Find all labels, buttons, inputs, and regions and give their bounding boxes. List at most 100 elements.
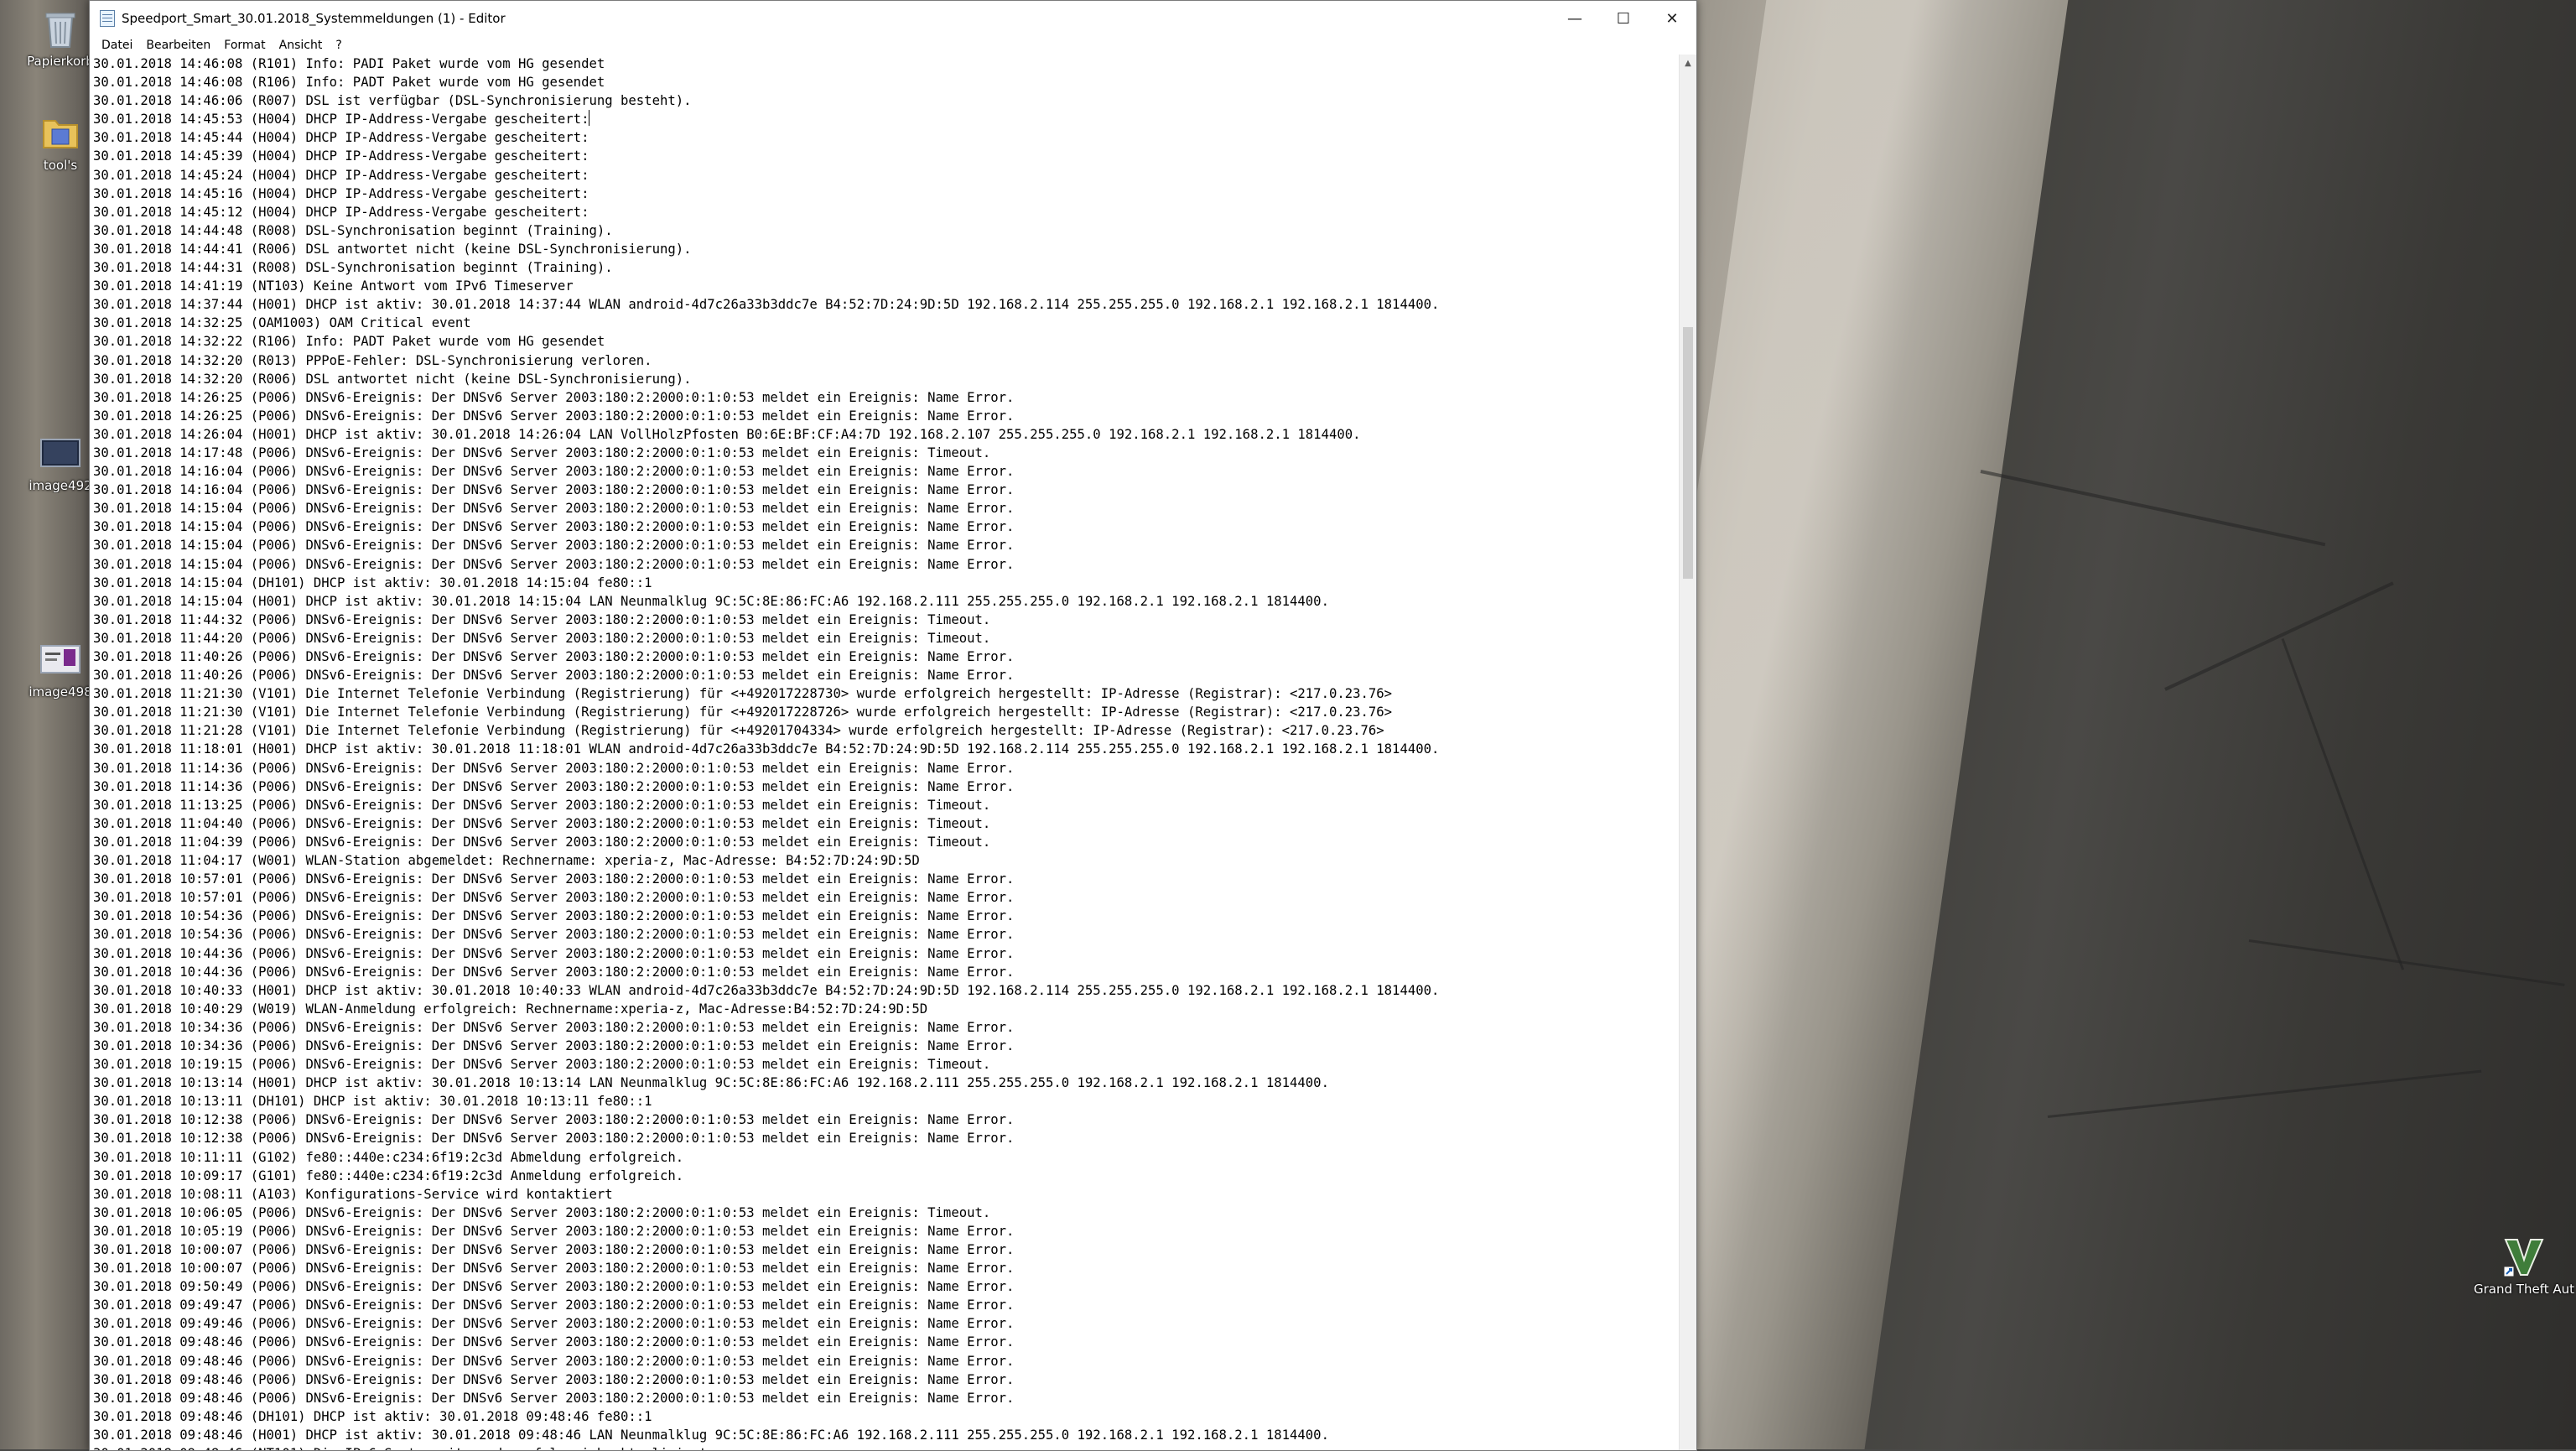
notepad-window: Speedport_Smart_30.01.2018_Systemmeldung… bbox=[89, 0, 1697, 1451]
log-line-text: 30.01.2018 10:12:38 (P006) DNSv6-Ereigni… bbox=[93, 1112, 1015, 1128]
log-line: 30.01.2018 14:15:04 (P006) DNSv6-Ereigni… bbox=[93, 517, 1678, 536]
log-line: 30.01.2018 09:49:46 (P006) DNSv6-Ereigni… bbox=[93, 1314, 1678, 1333]
log-line-text: 30.01.2018 10:09:17 (G101) fe80::440e:c2… bbox=[93, 1168, 684, 1183]
menu-help[interactable]: ? bbox=[329, 39, 348, 52]
log-line-text: 30.01.2018 14:32:20 (R006) DSL antwortet… bbox=[93, 371, 692, 387]
log-line-text: 30.01.2018 09:49:47 (P006) DNSv6-Ereigni… bbox=[93, 1298, 1015, 1313]
log-line-text: 30.01.2018 10:40:29 (W019) WLAN-Anmeldun… bbox=[93, 1001, 928, 1017]
log-line: 30.01.2018 14:26:04 (H001) DHCP ist akti… bbox=[93, 425, 1678, 444]
title-bar[interactable]: Speedport_Smart_30.01.2018_Systemmeldung… bbox=[90, 1, 1696, 36]
log-line: 30.01.2018 09:48:46 (P006) DNSv6-Ereigni… bbox=[93, 1389, 1678, 1407]
log-line: 30.01.2018 14:32:20 (R013) PPPoE-Fehler:… bbox=[93, 351, 1678, 370]
log-line: 30.01.2018 11:18:01 (H001) DHCP ist akti… bbox=[93, 740, 1678, 758]
log-line: 30.01.2018 11:04:39 (P006) DNSv6-Ereigni… bbox=[93, 833, 1678, 851]
maximize-button[interactable]: ☐ bbox=[1599, 1, 1648, 36]
close-button[interactable]: ✕ bbox=[1648, 1, 1696, 36]
log-line-text: 30.01.2018 10:34:36 (P006) DNSv6-Ereigni… bbox=[93, 1019, 1015, 1035]
log-line-text: 30.01.2018 09:48:46 (NT101) Die IPv6 Sys… bbox=[93, 1446, 707, 1450]
log-line: 30.01.2018 10:44:36 (P006) DNSv6-Ereigni… bbox=[93, 963, 1678, 981]
vertical-scrollbar[interactable]: ▲ bbox=[1679, 55, 1696, 1450]
menu-edit[interactable]: Bearbeiten bbox=[139, 39, 217, 52]
folder-icon bbox=[39, 111, 82, 154]
menu-file[interactable]: Datei bbox=[95, 39, 139, 52]
log-line: 30.01.2018 10:09:17 (G101) fe80::440e:c2… bbox=[93, 1167, 1678, 1185]
wallpaper-rock-slab bbox=[1696, 0, 2074, 1449]
log-line: 30.01.2018 10:34:36 (P006) DNSv6-Ereigni… bbox=[93, 1037, 1678, 1055]
log-line-text: 30.01.2018 10:05:19 (P006) DNSv6-Ereigni… bbox=[93, 1223, 1015, 1239]
log-line: 30.01.2018 10:40:33 (H001) DHCP ist akti… bbox=[93, 981, 1678, 1000]
log-line: 30.01.2018 11:04:40 (P006) DNSv6-Ereigni… bbox=[93, 814, 1678, 833]
log-line: 30.01.2018 09:48:46 (P006) DNSv6-Ereigni… bbox=[93, 1333, 1678, 1351]
log-line-text: 30.01.2018 14:41:19 (NT103) Keine Antwor… bbox=[93, 278, 574, 294]
log-line-text: 30.01.2018 09:49:46 (P006) DNSv6-Ereigni… bbox=[93, 1316, 1015, 1332]
log-line-text: 30.01.2018 11:40:26 (P006) DNSv6-Ereigni… bbox=[93, 649, 1015, 664]
log-line: 30.01.2018 10:12:38 (P006) DNSv6-Ereigni… bbox=[93, 1129, 1678, 1147]
log-line-text: 30.01.2018 14:26:25 (P006) DNSv6-Ereigni… bbox=[93, 408, 1015, 424]
log-line: 30.01.2018 14:37:44 (H001) DHCP ist akti… bbox=[93, 295, 1678, 314]
minimize-button[interactable]: — bbox=[1550, 1, 1599, 36]
log-line: 30.01.2018 11:14:36 (P006) DNSv6-Ereigni… bbox=[93, 759, 1678, 778]
log-line: 30.01.2018 09:49:47 (P006) DNSv6-Ereigni… bbox=[93, 1296, 1678, 1314]
log-line-text: 30.01.2018 14:16:04 (P006) DNSv6-Ereigni… bbox=[93, 482, 1015, 498]
log-line: 30.01.2018 14:15:04 (P006) DNSv6-Ereigni… bbox=[93, 499, 1678, 517]
log-line-text: 30.01.2018 14:15:04 (P006) DNSv6-Ereigni… bbox=[93, 556, 1015, 572]
log-line: 30.01.2018 14:46:08 (R101) Info: PADI Pa… bbox=[93, 55, 1678, 73]
menu-bar: Datei Bearbeiten Format Ansicht ? bbox=[90, 36, 1696, 55]
log-line: 30.01.2018 10:08:11 (A103) Konfiguration… bbox=[93, 1185, 1678, 1204]
log-line-text: 30.01.2018 11:21:28 (V101) Die Internet … bbox=[93, 723, 1384, 739]
menu-format[interactable]: Format bbox=[217, 39, 272, 52]
menu-view[interactable]: Ansicht bbox=[273, 39, 330, 52]
log-line-text: 30.01.2018 14:45:44 (H004) DHCP IP-Addre… bbox=[93, 130, 589, 146]
log-line-text: 30.01.2018 14:32:22 (R106) Info: PADT Pa… bbox=[93, 334, 605, 350]
log-line: 30.01.2018 14:45:24 (H004) DHCP IP-Addre… bbox=[93, 166, 1678, 185]
log-line: 30.01.2018 10:40:29 (W019) WLAN-Anmeldun… bbox=[93, 1000, 1678, 1018]
log-line: 30.01.2018 14:45:44 (H004) DHCP IP-Addre… bbox=[93, 128, 1678, 147]
log-line-text: 30.01.2018 10:08:11 (A103) Konfiguration… bbox=[93, 1186, 613, 1202]
log-line-text: 30.01.2018 10:00:07 (P006) DNSv6-Ereigni… bbox=[93, 1261, 1015, 1277]
log-line-text: 30.01.2018 11:40:26 (P006) DNSv6-Ereigni… bbox=[93, 668, 1015, 684]
log-line: 30.01.2018 10:44:36 (P006) DNSv6-Ereigni… bbox=[93, 944, 1678, 963]
log-line: 30.01.2018 10:05:19 (P006) DNSv6-Ereigni… bbox=[93, 1222, 1678, 1240]
log-line: 30.01.2018 11:44:20 (P006) DNSv6-Ereigni… bbox=[93, 629, 1678, 647]
log-line-text: 30.01.2018 11:18:01 (H001) DHCP ist akti… bbox=[93, 741, 1440, 757]
log-line: 30.01.2018 14:16:04 (P006) DNSv6-Ereigni… bbox=[93, 481, 1678, 499]
log-line-text: 30.01.2018 14:15:04 (H001) DHCP ist akti… bbox=[93, 593, 1329, 609]
log-line: 30.01.2018 11:14:36 (P006) DNSv6-Ereigni… bbox=[93, 778, 1678, 796]
log-line-text: 30.01.2018 14:26:25 (P006) DNSv6-Ereigni… bbox=[93, 389, 1015, 405]
log-line: 30.01.2018 14:46:08 (R106) Info: PADT Pa… bbox=[93, 73, 1678, 91]
log-line: 30.01.2018 14:15:04 (P006) DNSv6-Ereigni… bbox=[93, 555, 1678, 574]
scrollbar-thumb[interactable] bbox=[1683, 327, 1693, 579]
log-line-text: 30.01.2018 10:13:11 (DH101) DHCP ist akt… bbox=[93, 1094, 652, 1110]
log-line: 30.01.2018 14:45:16 (H004) DHCP IP-Addre… bbox=[93, 185, 1678, 203]
log-line-text: 30.01.2018 11:21:30 (V101) Die Internet … bbox=[93, 705, 1393, 720]
log-line-text: 30.01.2018 14:16:04 (P006) DNSv6-Ereigni… bbox=[93, 464, 1015, 480]
text-editor-area[interactable]: 30.01.2018 14:46:08 (R101) Info: PADI Pa… bbox=[90, 55, 1696, 1450]
log-line-text: 30.01.2018 10:19:15 (P006) DNSv6-Ereigni… bbox=[93, 1057, 991, 1073]
log-line-text: 30.01.2018 14:15:04 (P006) DNSv6-Ereigni… bbox=[93, 501, 1015, 517]
log-line-text: 30.01.2018 14:44:41 (R006) DSL antwortet… bbox=[93, 241, 692, 257]
wallpaper-crack bbox=[2281, 637, 2405, 970]
recycle-bin-icon bbox=[39, 7, 82, 50]
log-line-text: 30.01.2018 14:45:24 (H004) DHCP IP-Addre… bbox=[93, 167, 589, 183]
log-line-text: 30.01.2018 09:48:46 (P006) DNSv6-Ereigni… bbox=[93, 1334, 1015, 1350]
log-line-text: 30.01.2018 14:32:25 (OAM1003) OAM Critic… bbox=[93, 315, 471, 331]
log-line: 30.01.2018 11:21:30 (V101) Die Internet … bbox=[93, 684, 1678, 703]
log-line-text: 30.01.2018 11:04:40 (P006) DNSv6-Ereigni… bbox=[93, 815, 991, 831]
log-line: 30.01.2018 11:21:30 (V101) Die Internet … bbox=[93, 703, 1678, 721]
log-line-text: 30.01.2018 14:17:48 (P006) DNSv6-Ereigni… bbox=[93, 445, 991, 460]
log-line-text: 30.01.2018 14:46:06 (R007) DSL ist verfü… bbox=[93, 93, 692, 109]
log-line: 30.01.2018 10:13:14 (H001) DHCP ist akti… bbox=[93, 1074, 1678, 1092]
log-line-text: 30.01.2018 10:00:07 (P006) DNSv6-Ereigni… bbox=[93, 1242, 1015, 1257]
log-line: 30.01.2018 10:11:11 (G102) fe80::440e:c2… bbox=[93, 1148, 1678, 1167]
desktop-icon-gta-v[interactable]: Grand Theft Auto V bbox=[2474, 1235, 2574, 1297]
log-line-text: 30.01.2018 09:48:46 (DH101) DHCP ist akt… bbox=[93, 1408, 652, 1424]
log-text-content[interactable]: 30.01.2018 14:46:08 (R101) Info: PADI Pa… bbox=[93, 55, 1678, 1450]
scroll-up-arrow-icon[interactable]: ▲ bbox=[1680, 55, 1696, 71]
log-line: 30.01.2018 14:26:25 (P006) DNSv6-Ereigni… bbox=[93, 407, 1678, 425]
log-line: 30.01.2018 09:48:46 (P006) DNSv6-Ereigni… bbox=[93, 1370, 1678, 1389]
log-line: 30.01.2018 14:44:31 (R008) DSL-Synchroni… bbox=[93, 258, 1678, 277]
log-line-text: 30.01.2018 14:44:31 (R008) DSL-Synchroni… bbox=[93, 260, 613, 276]
log-line: 30.01.2018 10:57:01 (P006) DNSv6-Ereigni… bbox=[93, 870, 1678, 888]
log-line-text: 30.01.2018 14:45:39 (H004) DHCP IP-Addre… bbox=[93, 148, 589, 164]
log-line: 30.01.2018 14:26:25 (P006) DNSv6-Ereigni… bbox=[93, 388, 1678, 407]
